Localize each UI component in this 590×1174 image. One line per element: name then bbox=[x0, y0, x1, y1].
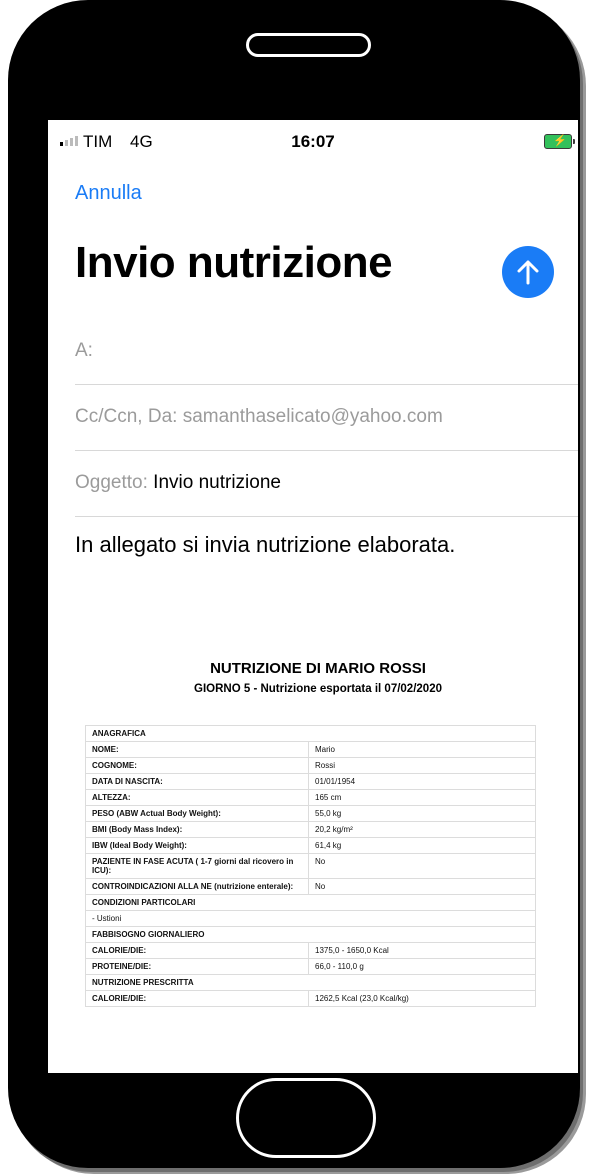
row-label: CONTROINDICAZIONI ALLA NE (nutrizione en… bbox=[85, 878, 309, 895]
row-value: 20,2 kg/m² bbox=[308, 821, 536, 838]
table-row: FABBISOGNO GIORNALIERO bbox=[85, 926, 536, 943]
row-value: 01/01/1954 bbox=[308, 773, 536, 790]
row-value: Mario bbox=[308, 741, 536, 758]
divider bbox=[75, 384, 578, 385]
row-label: BMI (Body Mass Index): bbox=[85, 821, 309, 838]
row-value: 1375,0 - 1650,0 Kcal bbox=[308, 942, 536, 959]
table-row: ALTEZZA: 165 cm bbox=[85, 789, 536, 806]
table-row: PESO (ABW Actual Body Weight): 55,0 kg bbox=[85, 805, 536, 822]
section-header: CONDIZIONI PARTICOLARI bbox=[85, 894, 536, 911]
message-body[interactable]: In allegato si invia nutrizione elaborat… bbox=[75, 532, 455, 558]
table-row: DATA DI NASCITA: 01/01/1954 bbox=[85, 773, 536, 790]
section-header: ANAGRAFICA bbox=[85, 725, 536, 742]
row-value: 66,0 - 110,0 g bbox=[308, 958, 536, 975]
table-row: BMI (Body Mass Index): 20,2 kg/m² bbox=[85, 821, 536, 838]
row-value: No bbox=[308, 878, 536, 895]
row-label: PESO (ABW Actual Body Weight): bbox=[85, 805, 309, 822]
row-label: DATA DI NASCITA: bbox=[85, 773, 309, 790]
row-label: PROTEINE/DIE: bbox=[85, 958, 309, 975]
cc-from-field[interactable]: Cc/Ccn, Da: samanthaselicato@yahoo.com bbox=[75, 406, 578, 428]
table-row: IBW (Ideal Body Weight): 61,4 kg bbox=[85, 837, 536, 854]
row-label: COGNOME: bbox=[85, 757, 309, 774]
table-row: PROTEINE/DIE: 66,0 - 110,0 g bbox=[85, 958, 536, 975]
subject-value: Invio nutrizione bbox=[153, 472, 281, 493]
row-label: CALORIE/DIE: bbox=[85, 990, 309, 1007]
table-row: ANAGRAFICA bbox=[85, 725, 536, 742]
table-row: COGNOME: Rossi bbox=[85, 757, 536, 774]
compose-title: Invio nutrizione bbox=[75, 238, 393, 287]
arrow-up-icon bbox=[517, 260, 539, 285]
table-row: CALORIE/DIE: 1375,0 - 1650,0 Kcal bbox=[85, 942, 536, 959]
row-value: Rossi bbox=[308, 757, 536, 774]
row-value: 55,0 kg bbox=[308, 805, 536, 822]
row-value: 61,4 kg bbox=[308, 837, 536, 854]
row-value: No bbox=[308, 853, 536, 879]
send-button[interactable] bbox=[502, 246, 554, 298]
row-value: 165 cm bbox=[308, 789, 536, 806]
attachment-title: NUTRIZIONE DI MARIO ROSSI bbox=[210, 660, 426, 677]
cancel-button[interactable]: Annulla bbox=[75, 182, 142, 205]
cc-label: Cc/Ccn, Da: bbox=[75, 406, 178, 427]
section-header: FABBISOGNO GIORNALIERO bbox=[85, 926, 536, 943]
attachment-subtitle: GIORNO 5 - Nutrizione esportata il 07/02… bbox=[194, 683, 442, 695]
speaker-grille bbox=[246, 33, 371, 57]
row-label: NOME: bbox=[85, 741, 309, 758]
to-field[interactable]: A: bbox=[75, 340, 578, 362]
table-row: CALORIE/DIE: 1262,5 Kcal (23,0 Kcal/kg) bbox=[85, 990, 536, 1007]
from-address: samanthaselicato@yahoo.com bbox=[182, 406, 443, 427]
table-row: CONDIZIONI PARTICOLARI bbox=[85, 894, 536, 911]
row-label: PAZIENTE IN FASE ACUTA ( 1-7 giorni dal … bbox=[85, 853, 309, 879]
row-text: - Ustioni bbox=[85, 910, 536, 927]
to-label: A: bbox=[75, 340, 93, 361]
attachment-table: ANAGRAFICA NOME: Mario COGNOME: Rossi DATA DI… bbox=[85, 725, 536, 1007]
table-row: PAZIENTE IN FASE ACUTA ( 1-7 giorni dal … bbox=[85, 853, 536, 879]
row-value: 1262,5 Kcal (23,0 Kcal/kg) bbox=[308, 990, 536, 1007]
section-header: NUTRIZIONE PRESCRITTA bbox=[85, 974, 536, 991]
table-row: - Ustioni bbox=[85, 910, 536, 927]
table-row: NUTRIZIONE PRESCRITTA bbox=[85, 974, 536, 991]
row-label: CALORIE/DIE: bbox=[85, 942, 309, 959]
battery-charging-icon: ⚡ bbox=[544, 134, 575, 149]
row-label: ALTEZZA: bbox=[85, 789, 309, 806]
table-row: CONTROINDICAZIONI ALLA NE (nutrizione en… bbox=[85, 878, 536, 895]
mail-compose-screen: TIM 4G 16:07 ⚡ Annulla Invio nutrizione … bbox=[48, 120, 578, 1073]
status-bar: TIM 4G 16:07 ⚡ bbox=[48, 120, 578, 164]
subject-field[interactable]: Oggetto: Invio nutrizione bbox=[75, 472, 578, 494]
phone-frame: TIM 4G 16:07 ⚡ Annulla Invio nutrizione … bbox=[8, 0, 580, 1168]
divider bbox=[75, 450, 578, 451]
divider bbox=[75, 516, 578, 517]
table-row: NOME: Mario bbox=[85, 741, 536, 758]
subject-label: Oggetto: bbox=[75, 472, 148, 493]
status-time: 16:07 bbox=[291, 132, 335, 151]
row-label: IBW (Ideal Body Weight): bbox=[85, 837, 309, 854]
home-button[interactable] bbox=[236, 1078, 376, 1158]
